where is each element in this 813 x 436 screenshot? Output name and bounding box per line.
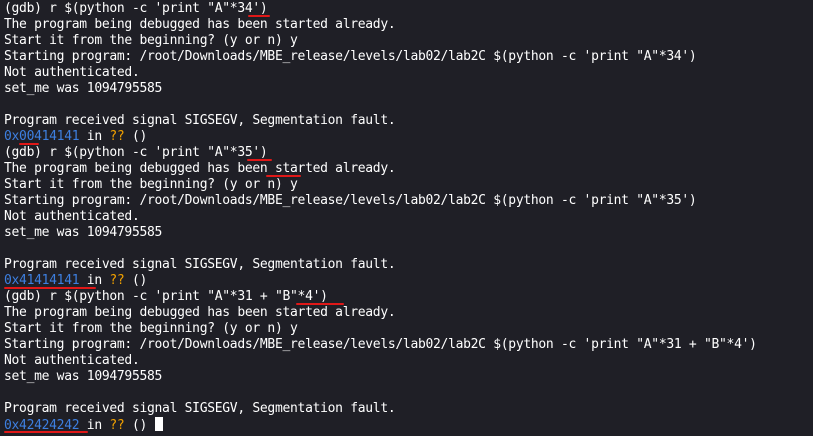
annotation-underline (296, 303, 344, 305)
annotation-underline (247, 159, 272, 161)
crash-frame-line: 0x41414141 in ?? () (4, 273, 813, 289)
output-line: Start it from the beginning? (y or n) y (4, 177, 298, 192)
output-line: set_me was 1094795585 (4, 81, 163, 96)
crash-address: 0x41414141 (4, 273, 80, 288)
unknown-symbol: ?? (109, 129, 125, 144)
annotation-underline (19, 143, 39, 145)
output-line: Not authenticated. (4, 353, 140, 368)
output-line: The program being debugged has been star… (4, 305, 396, 320)
frame-in-text: in (79, 129, 110, 144)
annotation-underline (4, 287, 96, 289)
unknown-symbol: ?? (109, 418, 125, 433)
gdb-prompt-line: (gdb) r $(python -c 'print "A"*31 + "B"*… (4, 289, 328, 304)
output-line: Not authenticated. (4, 65, 140, 80)
output-line: Starting program: /root/Downloads/MBE_re… (4, 337, 757, 352)
frame-args: () (124, 129, 148, 144)
crash-frame-line: 0x00414141 in ?? () (4, 129, 813, 145)
output-line: set_me was 1094795585 (4, 369, 163, 384)
output-line: set_me was 1094795585 (4, 225, 163, 240)
signal-line: Program received signal SIGSEGV, Segment… (4, 401, 396, 416)
terminal-cursor[interactable] (147, 417, 163, 433)
annotation-underline (4, 431, 88, 433)
output-line: Starting program: /root/Downloads/MBE_re… (4, 193, 697, 208)
frame-args: () (124, 418, 148, 433)
annotation-underline (248, 15, 270, 17)
crash-address: 0x00414141 (4, 129, 80, 144)
output-line: Not authenticated. (4, 209, 140, 224)
unknown-symbol: ?? (109, 273, 125, 288)
signal-line: Program received signal SIGSEGV, Segment… (4, 113, 396, 128)
output-line: Starting program: /root/Downloads/MBE_re… (4, 49, 697, 64)
gdb-prompt-line: (gdb) r $(python -c 'print "A"*35') (4, 145, 268, 160)
frame-in-text: in (79, 273, 110, 288)
output-line: Start it from the beginning? (y or n) y (4, 321, 298, 336)
crash-frame-line: 0x42424242 in ?? () (4, 417, 813, 433)
gdb-terminal[interactable]: (gdb) r $(python -c 'print "A"*34') The … (0, 0, 813, 436)
gdb-prompt-line: (gdb) r $(python -c 'print "A"*34') (4, 1, 268, 16)
output-line: Start it from the beginning? (y or n) y (4, 33, 298, 48)
output-line: The program being debugged has been star… (4, 17, 396, 32)
output-line: The program being debugged has been star… (4, 161, 396, 176)
frame-args: () (124, 273, 148, 288)
annotation-underline (266, 175, 301, 177)
signal-line: Program received signal SIGSEGV, Segment… (4, 257, 396, 272)
